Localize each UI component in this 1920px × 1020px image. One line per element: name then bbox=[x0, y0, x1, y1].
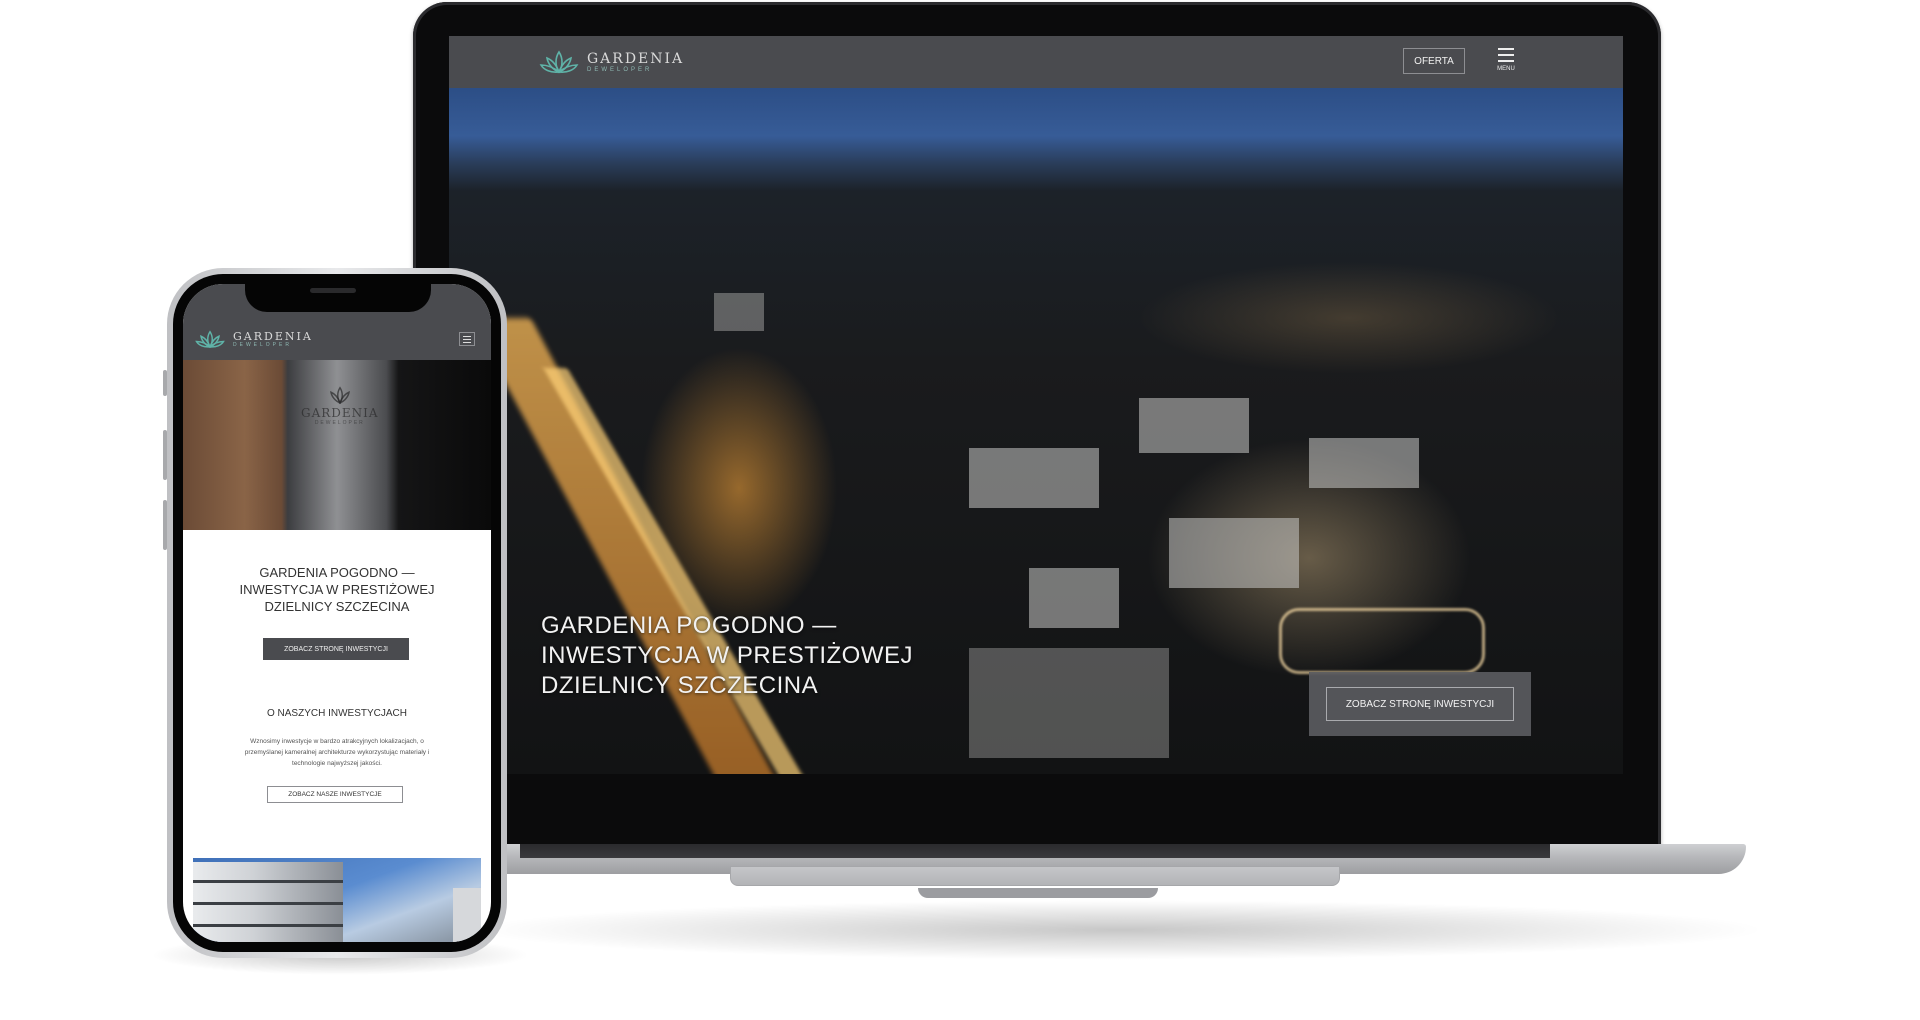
hero-title-line: GARDENIA POGODNO — bbox=[541, 612, 837, 639]
hero-cta-button[interactable]: ZOBACZ STRONĘ INWESTYCJI bbox=[1326, 687, 1514, 721]
hero-cta-panel: ZOBACZ STRONĘ INWESTYCJI bbox=[1309, 672, 1531, 736]
phone-headline-line: GARDENIA POGODNO — bbox=[259, 565, 415, 580]
hero-title-line: DZIELNICY SZCZECINA bbox=[541, 672, 819, 699]
hero-building bbox=[714, 293, 764, 331]
photo-balcony-line bbox=[193, 880, 343, 883]
hero-building bbox=[969, 648, 1169, 758]
phone-site-logo[interactable]: GARDENIA DEWELOPER bbox=[195, 330, 313, 350]
phone-building-photo bbox=[193, 858, 481, 942]
phone-hero-logo-name: GARDENIA bbox=[301, 406, 379, 420]
phone-section-text-line: przemyślanej kameralnej architekturze wy… bbox=[244, 749, 430, 756]
hamburger-icon bbox=[1498, 48, 1514, 50]
phone-hamburger-icon[interactable] bbox=[459, 332, 475, 346]
site-logo[interactable]: GARDENIA DEWELOPER bbox=[539, 50, 684, 76]
logo-subtitle: DEWELOPER bbox=[587, 66, 653, 73]
photo-building bbox=[453, 888, 481, 942]
oferta-button[interactable]: OFERTA bbox=[1403, 48, 1465, 74]
hero-courtyard-lights bbox=[1279, 608, 1485, 674]
laptop-keyboard bbox=[520, 844, 1550, 858]
phone-headline-line: INWESTYCJA W PRESTIŻOWEJ bbox=[239, 582, 435, 597]
hero-title-line: INWESTYCJA W PRESTIŻOWEJ bbox=[541, 642, 914, 669]
phone-hero-image: GARDENIA DEWELOPER bbox=[183, 360, 491, 530]
phone-cta-button[interactable]: ZOBACZ STRONĘ INWESTYCJI bbox=[263, 638, 409, 660]
phone-secondary-cta-button[interactable]: ZOBACZ NASZE INWESTYCJE bbox=[267, 786, 403, 803]
hero-building bbox=[1029, 568, 1119, 628]
phone-notch bbox=[245, 276, 431, 312]
phone-hero-logo-sub: DEWELOPER bbox=[314, 420, 365, 426]
menu-label: MENU bbox=[1497, 66, 1515, 72]
phone-headline: GARDENIA POGODNO — INWESTYCJA W PRESTIŻO… bbox=[203, 564, 471, 615]
laptop-notch bbox=[918, 888, 1158, 898]
phone-side-button bbox=[163, 430, 167, 480]
phone-speaker bbox=[310, 288, 356, 293]
phone-hero-engraved-logo: GARDENIA DEWELOPER bbox=[301, 386, 379, 426]
phone-headline-line: DZIELNICY SZCZECINA bbox=[264, 599, 410, 614]
hamburger-icon-bar bbox=[1498, 60, 1514, 62]
laptop-screen: GARDENIA DEWELOPER OFERTA MENU GARDENIA … bbox=[449, 36, 1623, 774]
phone-side-button bbox=[163, 500, 167, 550]
lotus-logo-icon bbox=[539, 50, 579, 74]
logo-subtitle: DEWELOPER bbox=[233, 342, 292, 348]
logo-name: GARDENIA bbox=[233, 330, 313, 343]
phone-side-button bbox=[163, 370, 167, 396]
phone-section-text-line: Wznosimy inwestycje w bardzo atrakcyjnyc… bbox=[250, 738, 424, 745]
phone-section-text: Wznosimy inwestycje w bardzo atrakcyjnyc… bbox=[205, 736, 469, 769]
phone-section-title: O NASZYCH INWESTYCJACH bbox=[266, 708, 407, 719]
hero-building bbox=[1139, 398, 1249, 453]
hamburger-icon-bar bbox=[1498, 54, 1514, 56]
phone-screen: GARDENIA DEWELOPER GARDENIA DEWELOPER GA… bbox=[183, 284, 491, 942]
photo-balcony-line bbox=[193, 902, 343, 905]
hero-building bbox=[969, 448, 1099, 508]
site-header: GARDENIA DEWELOPER OFERTA MENU bbox=[449, 36, 1623, 88]
laptop-shadow bbox=[470, 900, 1770, 960]
logo-name: GARDENIA bbox=[587, 50, 685, 67]
lotus-logo-icon bbox=[329, 386, 350, 405]
phone-section-text-line: technologie najwyższej jakości. bbox=[292, 760, 382, 767]
laptop-trackpad bbox=[730, 866, 1340, 886]
hero-title: GARDENIA POGODNO — INWESTYCJA W PRESTIŻO… bbox=[541, 611, 961, 701]
hero-building bbox=[1309, 438, 1419, 488]
hero-building bbox=[1169, 518, 1299, 588]
lotus-logo-icon bbox=[195, 330, 225, 349]
photo-balcony-line bbox=[193, 924, 343, 927]
phone-site-header: GARDENIA DEWELOPER bbox=[183, 318, 491, 360]
menu-button[interactable]: MENU bbox=[1495, 48, 1517, 76]
